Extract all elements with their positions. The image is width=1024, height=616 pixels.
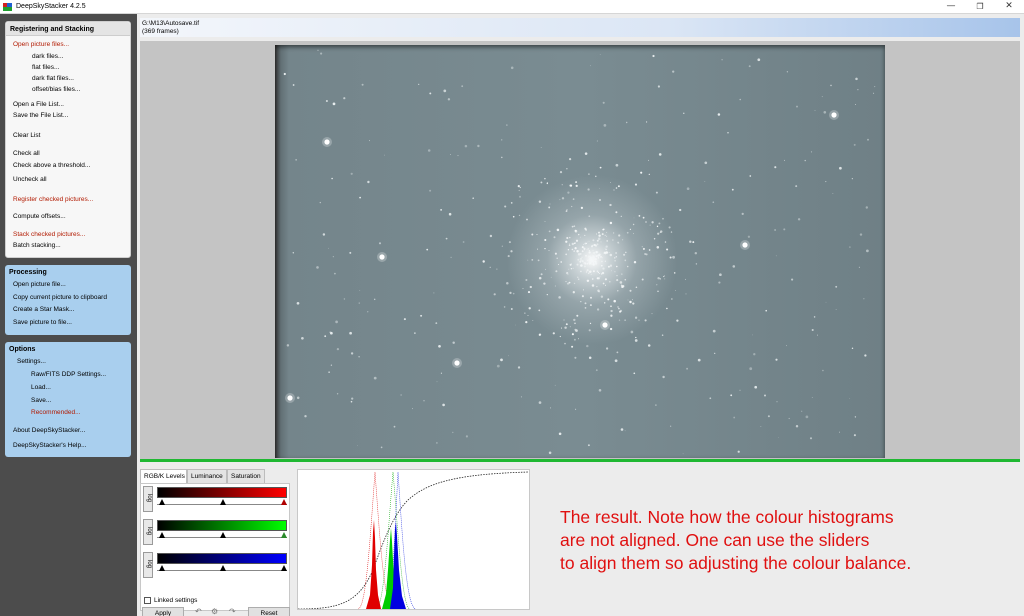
- minimize-icon[interactable]: —: [937, 0, 965, 14]
- menu-offset-bias-files[interactable]: offset/bias files...: [32, 86, 80, 93]
- tab-luminance[interactable]: Luminance: [187, 469, 227, 483]
- image-viewer[interactable]: [140, 41, 1020, 459]
- blue-black-handle[interactable]: [159, 565, 165, 571]
- menu-copy-to-clipboard[interactable]: Copy current picture to clipboard: [13, 294, 107, 301]
- menu-about[interactable]: About DeepSkyStacker...: [13, 427, 85, 434]
- tab-saturation[interactable]: Saturation: [227, 469, 265, 483]
- menu-open-picture-files[interactable]: Open picture files...: [13, 41, 69, 48]
- levels-controls: log log log: [140, 483, 290, 611]
- menu-save[interactable]: Save...: [31, 397, 51, 404]
- red-histogram: [366, 520, 381, 609]
- processing-header: Processing: [9, 269, 47, 276]
- menu-recommended[interactable]: Recommended...: [31, 409, 81, 416]
- menu-clear-list[interactable]: Clear List: [13, 132, 40, 139]
- histogram-plot: [297, 471, 530, 610]
- settings-icon[interactable]: ⚙: [211, 607, 218, 616]
- green-gradient: [157, 520, 287, 531]
- menu-flat-files[interactable]: flat files...: [32, 64, 59, 71]
- window-title: DeepSkyStacker 4.2.5: [16, 3, 86, 10]
- stacked-image[interactable]: [275, 45, 885, 458]
- red-mid-handle[interactable]: [220, 499, 226, 505]
- menu-raw-fits-settings[interactable]: Raw/FITS DDP Settings...: [31, 371, 106, 378]
- menu-check-all[interactable]: Check all: [13, 150, 40, 157]
- menu-help[interactable]: DeepSkyStacker's Help...: [13, 442, 87, 449]
- red-white-handle[interactable]: [281, 499, 287, 505]
- linked-settings-label: Linked settings: [154, 597, 198, 604]
- annotation-line: to align them so adjusting the colour ba…: [560, 553, 912, 573]
- file-info-bar: G:\M13\Autosave.tif (369 frames): [140, 18, 1020, 37]
- menu-compute-offsets[interactable]: Compute offsets...: [13, 213, 66, 220]
- restore-icon[interactable]: ❐: [966, 0, 994, 14]
- file-path: G:\M13\Autosave.tif: [142, 20, 200, 27]
- green-mid-handle[interactable]: [220, 532, 226, 538]
- app-icon: [3, 3, 12, 11]
- processing-panel: Processing Open picture file... Copy cur…: [5, 265, 131, 335]
- frame-count: (369 frames): [142, 28, 179, 35]
- redo-icon[interactable]: ↷: [229, 607, 236, 616]
- menu-save-file-list[interactable]: Save the File List...: [13, 112, 68, 119]
- blue-white-handle[interactable]: [281, 565, 287, 571]
- menu-load[interactable]: Load...: [31, 384, 51, 391]
- progress-bar: [140, 459, 1020, 462]
- options-panel: Options Settings... Raw/FITS DDP Setting…: [5, 342, 131, 457]
- menu-uncheck-all[interactable]: Uncheck all: [13, 176, 47, 183]
- annotation-line: are not aligned. One can use the sliders: [560, 530, 870, 550]
- menu-create-star-mask[interactable]: Create a Star Mask...: [13, 306, 74, 313]
- menu-open-picture-file[interactable]: Open picture file...: [13, 281, 66, 288]
- reset-button[interactable]: Reset: [248, 607, 290, 616]
- red-gradient: [157, 487, 287, 498]
- apply-button[interactable]: Apply: [142, 607, 184, 616]
- registering-header: Registering and Stacking: [6, 22, 130, 36]
- main-area: G:\M13\Autosave.tif (369 frames) RGB/K L…: [137, 14, 1024, 616]
- menu-register-checked[interactable]: Register checked pictures...: [13, 196, 93, 203]
- options-header: Options: [9, 346, 36, 353]
- blue-mid-handle[interactable]: [220, 565, 226, 571]
- red-black-handle[interactable]: [159, 499, 165, 505]
- tab-rgb-levels[interactable]: RGB/K Levels: [140, 469, 187, 484]
- menu-batch-stacking[interactable]: Batch stacking...: [13, 242, 61, 249]
- blue-gradient: [157, 553, 287, 564]
- star-field: [283, 49, 876, 455]
- close-icon[interactable]: ✕: [995, 0, 1023, 14]
- annotation-text: The result. Note how the colour histogra…: [560, 506, 1020, 575]
- menu-open-file-list[interactable]: Open a File List...: [13, 101, 64, 108]
- red-log-button[interactable]: log: [143, 486, 153, 512]
- menu-settings[interactable]: Settings...: [17, 358, 46, 365]
- menu-check-above-threshold[interactable]: Check above a threshold...: [13, 162, 90, 169]
- histogram: [297, 469, 530, 610]
- green-log-button[interactable]: log: [143, 519, 153, 545]
- menu-stack-checked[interactable]: Stack checked pictures...: [13, 231, 85, 238]
- sidebar: Registering and Stacking Open picture fi…: [0, 14, 137, 616]
- title-bar: DeepSkyStacker 4.2.5 — ❐ ✕: [0, 0, 1024, 14]
- linked-settings-checkbox[interactable]: [144, 597, 151, 604]
- annotation-line: The result. Note how the colour histogra…: [560, 507, 894, 527]
- levels-panel: RGB/K Levels Luminance Saturation log lo…: [140, 466, 1020, 616]
- blue-log-button[interactable]: log: [143, 552, 153, 578]
- green-white-handle[interactable]: [281, 532, 287, 538]
- green-black-handle[interactable]: [159, 532, 165, 538]
- menu-save-picture[interactable]: Save picture to file...: [13, 319, 72, 326]
- menu-dark-files[interactable]: dark files...: [32, 53, 63, 60]
- menu-dark-flat-files[interactable]: dark flat files...: [32, 75, 74, 82]
- registering-panel: Registering and Stacking Open picture fi…: [5, 21, 131, 258]
- undo-icon[interactable]: ↶: [195, 607, 202, 616]
- cumulative-curve: [297, 471, 530, 610]
